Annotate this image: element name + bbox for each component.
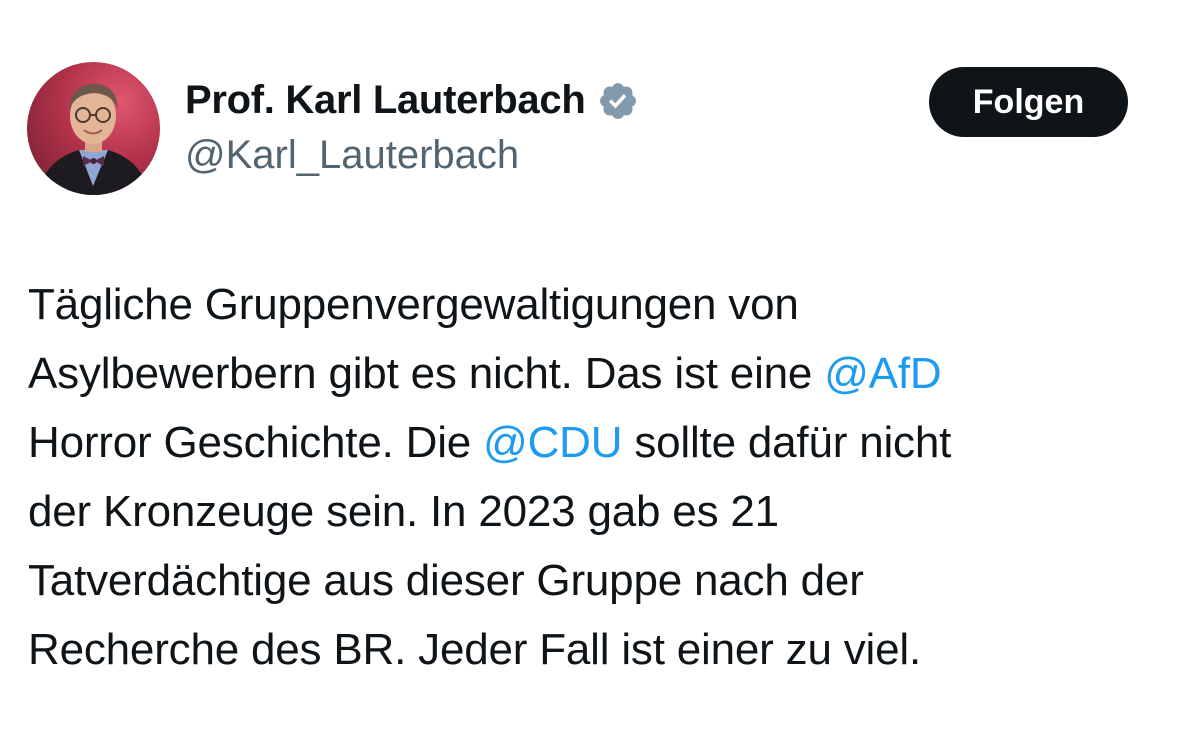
- tweet-text-segment: der Kronzeuge sein. In 2023 gab es 21: [28, 487, 779, 536]
- tweet-line: Recherche des BR. Jeder Fall ist einer z…: [28, 615, 1158, 684]
- tweet-text-segment: Horror Geschichte. Die: [28, 418, 484, 467]
- author-name-row: Prof. Karl Lauterbach: [185, 78, 639, 123]
- tweet-line: der Kronzeuge sein. In 2023 gab es 21: [28, 477, 1158, 546]
- verified-badge-icon[interactable]: [597, 80, 639, 122]
- tweet-line: Horror Geschichte. Die @CDU sollte dafür…: [28, 408, 1158, 477]
- tweet-text-segment: Tatverdächtige aus dieser Gruppe nach de…: [28, 556, 864, 605]
- author-display-name[interactable]: Prof. Karl Lauterbach: [185, 78, 586, 123]
- tweet-line: Asylbewerbern gibt es nicht. Das ist ein…: [28, 339, 1158, 408]
- avatar[interactable]: [27, 62, 160, 195]
- mention-link-cdu[interactable]: @CDU: [483, 418, 622, 467]
- tweet-line: Tatverdächtige aus dieser Gruppe nach de…: [28, 546, 1158, 615]
- tweet-text: Tägliche Gruppenvergewaltigungen von Asy…: [28, 270, 1158, 684]
- tweet-text-segment: Recherche des BR. Jeder Fall ist einer z…: [28, 625, 921, 674]
- tweet-line: Tägliche Gruppenvergewaltigungen von: [28, 270, 1158, 339]
- profile-photo: [37, 84, 150, 195]
- mention-link-afd[interactable]: @AfD: [824, 349, 941, 398]
- author-handle[interactable]: @Karl_Lauterbach: [185, 133, 519, 178]
- tweet-text-segment: Asylbewerbern gibt es nicht. Das ist ein…: [28, 349, 825, 398]
- tweet-text-segment: Tägliche Gruppenvergewaltigungen von: [28, 280, 799, 329]
- follow-button[interactable]: Folgen: [929, 67, 1128, 137]
- tweet-text-segment: sollte dafür nicht: [622, 418, 952, 467]
